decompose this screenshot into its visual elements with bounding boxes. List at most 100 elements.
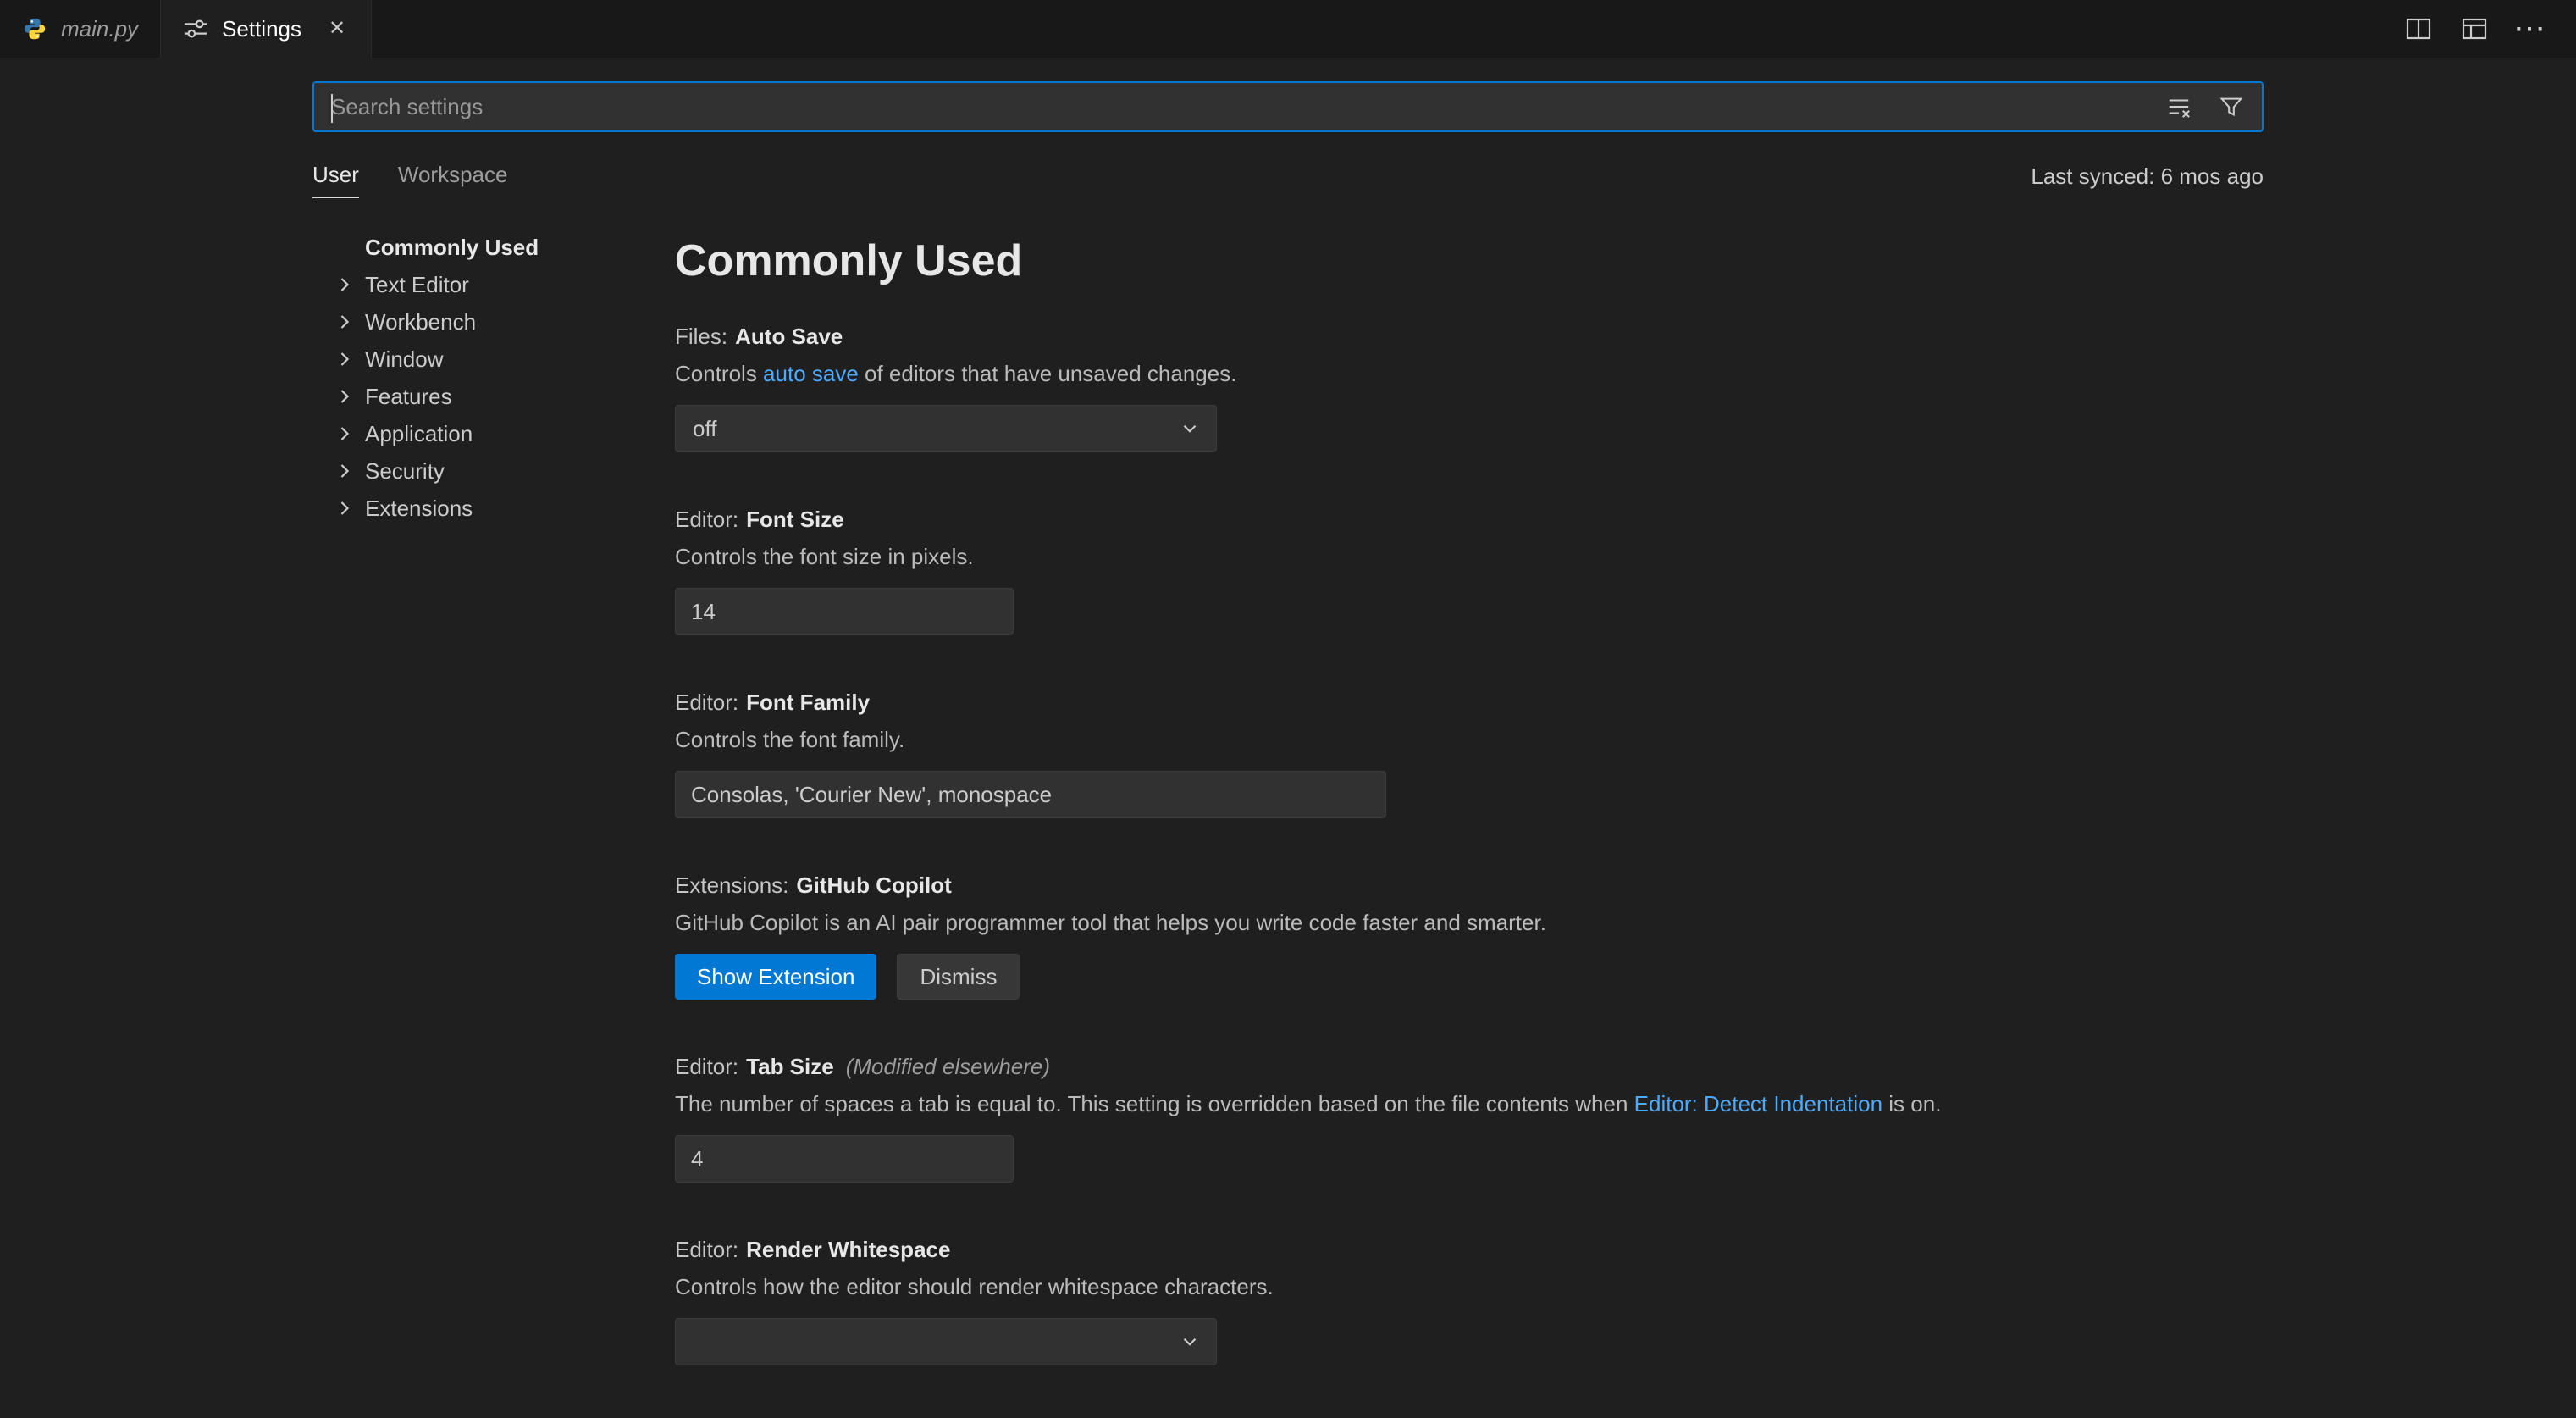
last-synced-label: Last synced: 6 mos ago — [2031, 163, 2264, 198]
vscode-settings-window: { "titlebar": { "tabs": [ { "label": "ma… — [0, 0, 2576, 1331]
setting-category: Editor: — [675, 1237, 738, 1262]
description-text: Controls — [675, 361, 763, 386]
split-editor-icon[interactable] — [2403, 14, 2434, 44]
settings-editor-body: Commonly Used Text Editor Workbench Wind… — [312, 208, 2264, 1418]
setting-description: Controls the font size in pixels. — [675, 542, 2264, 571]
auto-save-link[interactable]: auto save — [763, 361, 859, 386]
toc-item-label: Window — [365, 346, 443, 373]
toc-item-label: Application — [365, 421, 473, 447]
toc-item-label: Security — [365, 458, 445, 485]
chevron-right-icon — [333, 459, 357, 483]
setting-description: GitHub Copilot is an AI pair programmer … — [675, 908, 2264, 937]
tab-size-input[interactable] — [675, 1135, 1014, 1183]
settings-sliders-icon — [183, 16, 208, 42]
editor-actions: ⋯ — [2403, 0, 2576, 58]
setting-label: Font Size — [746, 507, 844, 532]
filter-settings-icon[interactable] — [2216, 91, 2247, 122]
font-size-input[interactable] — [675, 588, 1014, 635]
setting-row-files-auto-save: Files:Auto Save Controls auto save of ed… — [675, 322, 2264, 452]
description-text: of editors that have unsaved changes. — [859, 361, 1237, 386]
description-text: is on. — [1882, 1091, 1941, 1116]
setting-description: Controls auto save of editors that have … — [675, 359, 2264, 388]
dismiss-button[interactable]: Dismiss — [897, 954, 1020, 1000]
setting-label: Render Whitespace — [746, 1237, 950, 1262]
settings-section-heading: Commonly Used — [675, 237, 2264, 285]
setting-control — [675, 1318, 2264, 1365]
chevron-right-icon — [333, 310, 357, 334]
setting-title: Editor: Font Size — [675, 505, 2264, 534]
toc-item-extensions[interactable]: Extensions — [312, 490, 675, 527]
settings-search-row — [312, 81, 2264, 132]
setting-category: Editor: — [675, 507, 738, 532]
chevron-right-icon — [333, 273, 357, 296]
tab-bar-spacer — [372, 0, 2403, 58]
chevron-right-icon — [333, 347, 357, 371]
setting-title: Files:Auto Save — [675, 322, 2264, 351]
setting-label: Auto Save — [735, 324, 843, 349]
toc-item-text-editor[interactable]: Text Editor — [312, 266, 675, 303]
toc-item-features[interactable]: Features — [312, 378, 675, 415]
chevron-down-icon — [1179, 418, 1201, 440]
setting-title: Editor:Font Family — [675, 688, 2264, 717]
setting-control — [675, 1135, 2264, 1183]
show-extension-button[interactable]: Show Extension — [675, 954, 876, 1000]
settings-scope-row: User Workspace Last synced: 6 mos ago — [312, 158, 2264, 198]
setting-control: Show Extension Dismiss — [675, 954, 2264, 1000]
python-file-icon — [22, 16, 47, 42]
setting-category: Editor: — [675, 690, 738, 715]
tab-settings[interactable]: Settings ✕ — [161, 0, 372, 58]
chevron-right-icon — [333, 422, 357, 446]
customize-layout-icon[interactable] — [2459, 14, 2490, 44]
chevron-right-icon — [333, 385, 357, 408]
editor-tab-bar: main.py Settings ✕ — [0, 0, 2576, 58]
chevron-right-icon — [333, 496, 357, 520]
toc-item-window[interactable]: Window — [312, 341, 675, 378]
settings-search-box[interactable] — [312, 81, 2264, 132]
setting-control: off — [675, 405, 2264, 452]
setting-category: Extensions: — [675, 872, 788, 898]
setting-row-editor-font-size: Editor: Font Size Controls the font size … — [675, 505, 2264, 635]
toc-item-workbench[interactable]: Workbench — [312, 303, 675, 341]
toc-item-label: Text Editor — [365, 272, 469, 298]
search-input[interactable] — [331, 94, 2152, 120]
search-box-actions — [2164, 83, 2247, 130]
chevron-down-icon — [1179, 1331, 1201, 1353]
setting-title: Editor: Tab Size (Modified elsewhere) — [675, 1052, 2264, 1081]
setting-row-editor-tab-size: Editor: Tab Size (Modified elsewhere) The … — [675, 1052, 2264, 1183]
setting-label: GitHub Copilot — [796, 872, 951, 898]
settings-toc: Commonly Used Text Editor Workbench Wind… — [312, 208, 675, 527]
description-text: The number of spaces a tab is equal to. … — [675, 1091, 1634, 1116]
setting-description: The number of spaces a tab is equal to. … — [675, 1089, 2264, 1118]
close-tab-icon[interactable]: ✕ — [325, 15, 349, 42]
setting-label: Tab Size — [746, 1054, 834, 1079]
setting-title: Editor: Render Whitespace — [675, 1235, 2264, 1264]
more-actions-icon[interactable]: ⋯ — [2515, 14, 2546, 44]
toc-item-application[interactable]: Application — [312, 415, 675, 452]
setting-category: Editor: — [675, 1054, 738, 1079]
tab-label: main.py — [61, 16, 138, 42]
toc-item-label: Workbench — [365, 309, 476, 335]
toc-item-label: Features — [365, 384, 452, 410]
setting-control — [675, 588, 2264, 635]
render-whitespace-select[interactable] — [675, 1318, 1217, 1365]
modified-elsewhere-label: (Modified elsewhere) — [846, 1054, 1050, 1079]
setting-control — [675, 771, 2264, 818]
scope-tab-workspace[interactable]: Workspace — [398, 162, 508, 198]
tab-main-py[interactable]: main.py — [0, 0, 161, 58]
detect-indentation-link[interactable]: Editor: Detect Indentation — [1634, 1091, 1882, 1116]
setting-description: Controls the font family. — [675, 725, 2264, 754]
toc-item-label: Commonly Used — [365, 235, 539, 261]
scope-tab-user[interactable]: User — [312, 162, 359, 198]
setting-description: Controls how the editor should render wh… — [675, 1272, 2264, 1301]
setting-row-extensions-github-copilot: Extensions: GitHub Copilot GitHub Copilot… — [675, 871, 2264, 1000]
tab-label: Settings — [222, 16, 301, 42]
settings-list: Commonly Used Files:Auto Save Controls a… — [675, 208, 2264, 1418]
clear-search-filters-icon[interactable] — [2164, 91, 2194, 122]
setting-row-editor-render-whitespace: Editor: Render Whitespace Controls how th… — [675, 1235, 2264, 1365]
setting-title: Extensions: GitHub Copilot — [675, 871, 2264, 900]
font-family-input[interactable] — [675, 771, 1386, 818]
auto-save-select[interactable]: off — [675, 405, 1217, 452]
toc-item-commonly-used[interactable]: Commonly Used — [312, 229, 675, 266]
setting-row-editor-font-family: Editor:Font Family Controls the font fam… — [675, 688, 2264, 818]
toc-item-security[interactable]: Security — [312, 452, 675, 490]
